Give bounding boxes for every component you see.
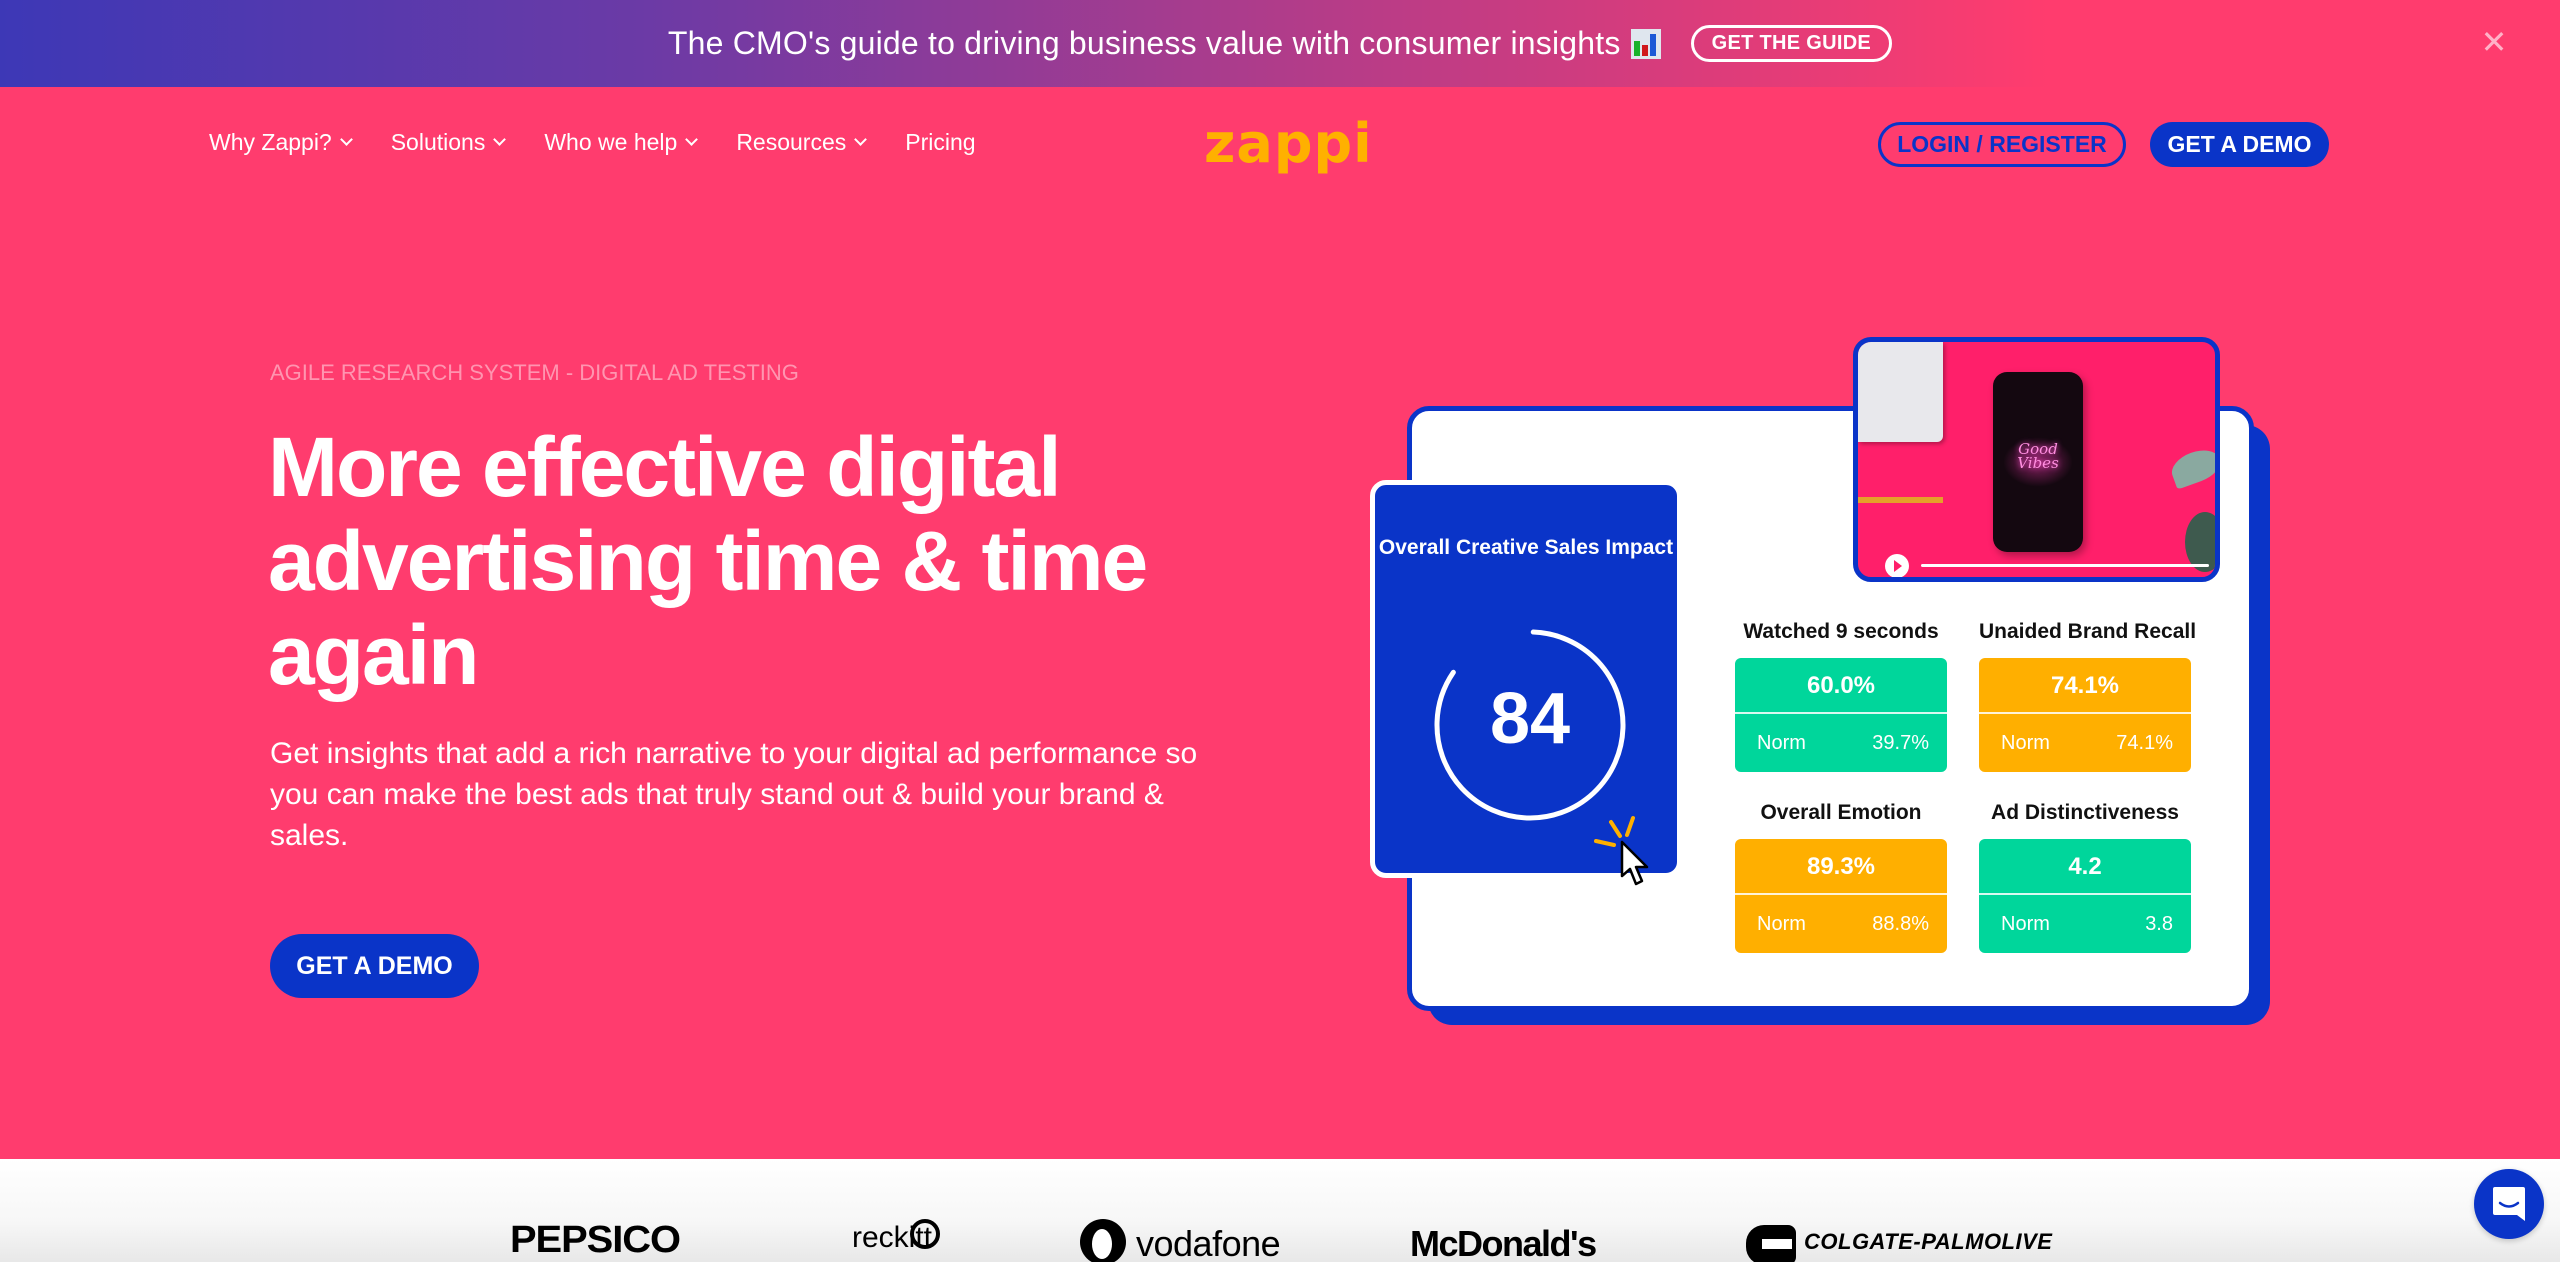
metric-box: 89.3% Norm 88.8% (1735, 839, 1947, 953)
norm-label: Norm (2001, 912, 2050, 935)
mouse-cursor-icon (1620, 840, 1649, 886)
nav-get-a-demo-button[interactable]: GET A DEMO (2150, 122, 2329, 167)
metric-value: 4.2 (1979, 839, 2191, 895)
login-register-button[interactable]: LOGIN / REGISTER (1878, 122, 2126, 167)
metric-overall-emotion: Overall Emotion 89.3% Norm 88.8% (1735, 801, 1947, 953)
metric-title: Unaided Brand Recall (1979, 620, 2197, 643)
play-icon[interactable] (1885, 554, 1909, 577)
hero-headline: More effective digital advertising time … (268, 420, 1148, 702)
leaf-image (2185, 512, 2215, 572)
nav-item-label: Solutions (390, 129, 486, 155)
norm-value: 3.8 (2145, 912, 2173, 935)
metric-title: Ad Distinctiveness (1991, 801, 2179, 824)
metric-title: Overall Emotion (1760, 801, 1922, 824)
norm-label: Norm (2001, 731, 2050, 754)
zappi-logo[interactable]: zappi (1204, 117, 1373, 171)
neon-text: Good Vibes (2017, 440, 2059, 472)
metric-box: 4.2 Norm 3.8 (1979, 839, 2191, 953)
norm-label: Norm (1757, 731, 1806, 754)
nav-menu: Why Zappi? Solutions Who we help Resourc… (209, 129, 1016, 156)
metric-value: 60.0% (1735, 658, 1947, 714)
logo-mcdonalds: McDonald's (1410, 1223, 1597, 1262)
metric-watched-9-seconds: Watched 9 seconds 60.0% Norm 39.7% (1735, 620, 1947, 772)
nav-item-resources[interactable]: Resources (736, 129, 868, 156)
chevron-down-icon (685, 133, 699, 146)
impact-score: 84 (1489, 679, 1571, 759)
norm-label: Norm (1757, 912, 1806, 935)
video-preview[interactable]: Good Vibes (1853, 337, 2220, 582)
metric-value: 89.3% (1735, 839, 1947, 895)
nav-item-label: Who we help (544, 129, 678, 155)
nav-item-why-zappi[interactable]: Why Zappi? (209, 129, 353, 156)
announcement-banner: The CMO's guide to driving business valu… (0, 0, 2560, 87)
logo-pepsico: PEPSICO (509, 1219, 681, 1261)
bar-chart-icon (1630, 28, 1661, 59)
nav-item-pricing[interactable]: Pricing (905, 129, 975, 156)
logo-colgate-palmolive: COLGATE-PALMOLIVE (1804, 1229, 2053, 1254)
leaf-image (2167, 444, 2215, 490)
hero-get-a-demo-button[interactable]: GET A DEMO (270, 934, 479, 998)
metric-box: 60.0% Norm 39.7% (1735, 658, 1947, 772)
video-progress-bar[interactable] (1921, 564, 2209, 567)
notebook-image (1858, 342, 1943, 442)
banner-text: The CMO's guide to driving business valu… (667, 25, 1621, 61)
nav-item-label: Pricing (905, 129, 976, 155)
logo-vodafone: vodafone (1136, 1223, 1281, 1262)
chat-icon (2493, 1187, 2525, 1221)
metric-title: Watched 9 seconds (1743, 620, 1939, 643)
norm-value: 39.7% (1872, 731, 1929, 754)
chevron-down-icon (339, 133, 353, 146)
close-icon[interactable]: ✕ (2476, 24, 2512, 60)
impact-title: Overall Creative Sales Impact (1378, 536, 1674, 559)
chevron-down-icon (854, 133, 868, 146)
nav-item-who-we-help[interactable]: Who we help (544, 129, 699, 156)
norm-value: 74.1% (2116, 731, 2173, 754)
reckitt-swirl-icon (910, 1219, 940, 1249)
client-logos: PEPSICO reckitt vodafone McDonald's COLG… (0, 1159, 2560, 1262)
chat-launcher-button[interactable] (2474, 1169, 2544, 1239)
metric-value: 74.1% (1979, 658, 2191, 714)
metric-norm: Norm 3.8 (1979, 895, 2191, 953)
get-the-guide-button[interactable]: GET THE GUIDE (1690, 25, 1893, 62)
norm-value: 88.8% (1872, 912, 1929, 935)
nav-item-solutions[interactable]: Solutions (390, 129, 507, 156)
hero-subtext: Get insights that add a rich narrative t… (270, 737, 1198, 852)
metric-unaided-brand-recall: Unaided Brand Recall 74.1% Norm 74.1% (1979, 620, 2197, 772)
metric-box: 74.1% Norm 74.1% (1979, 658, 2191, 772)
pencil-image (1858, 497, 1943, 503)
colgate-mark-icon (1746, 1225, 1796, 1262)
chevron-down-icon (493, 133, 507, 146)
metric-norm: Norm 88.8% (1735, 895, 1947, 953)
nav-item-label: Why Zappi? (209, 129, 332, 155)
metric-norm: Norm 39.7% (1735, 714, 1947, 772)
main-nav: Why Zappi? Solutions Who we help Resourc… (0, 87, 2560, 202)
banner-message: The CMO's guide to driving business valu… (668, 25, 1661, 62)
metric-norm: Norm 74.1% (1979, 714, 2191, 772)
hero-eyebrow: AGILE RESEARCH SYSTEM - DIGITAL AD TESTI… (270, 360, 799, 385)
vodafone-speechmark-icon (1080, 1219, 1126, 1262)
metric-ad-distinctiveness: Ad Distinctiveness 4.2 Norm 3.8 (1979, 801, 2191, 953)
nav-item-label: Resources (736, 129, 847, 155)
